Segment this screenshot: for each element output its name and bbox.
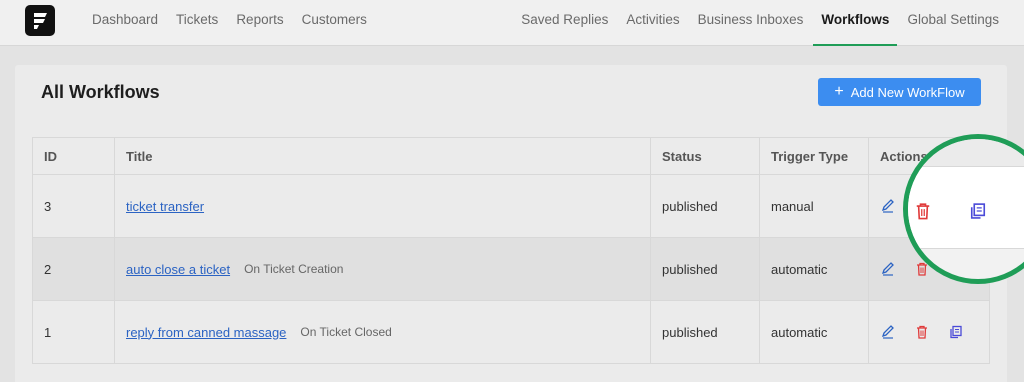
page-title: All Workflows [41, 82, 160, 102]
nav-saved-replies[interactable]: Saved Replies [521, 0, 608, 46]
column-header-title: Title [114, 138, 650, 174]
copy-icon[interactable] [948, 324, 964, 340]
workflow-title-link[interactable]: reply from canned massage [126, 325, 286, 340]
workflow-status: published [650, 238, 759, 300]
pencil-icon[interactable] [880, 198, 896, 214]
workflow-id: 2 [44, 261, 52, 277]
column-header-id: ID [44, 148, 57, 164]
nav-tickets[interactable]: Tickets [176, 0, 218, 46]
add-new-workflow-button[interactable]: + Add New WorkFlow [818, 78, 981, 106]
nav-global-settings[interactable]: Global Settings [907, 0, 999, 46]
nav-customers[interactable]: Customers [302, 0, 367, 46]
secondary-nav: Saved Replies Activities Business Inboxe… [503, 0, 999, 46]
zoom-header-strip [908, 139, 1024, 167]
nav-activities[interactable]: Activities [626, 0, 679, 46]
workflow-title-link[interactable]: ticket transfer [126, 199, 204, 214]
workflow-title-cell: ticket transfer [114, 175, 650, 237]
nav-reports[interactable]: Reports [236, 0, 283, 46]
plus-icon: + [834, 83, 844, 100]
workflow-trigger-type: automatic [759, 301, 868, 363]
table-row: 1 reply from canned massage On Ticket Cl… [33, 300, 989, 363]
table-row: 3 ticket transfer published manual [33, 174, 989, 237]
workflows-table: ID Title Status Trigger Type Actions 3 t… [32, 137, 990, 364]
primary-nav: Dashboard Tickets Reports Customers [92, 0, 385, 46]
workflow-trigger-type: automatic [759, 238, 868, 300]
pencil-icon[interactable] [880, 261, 896, 277]
top-navigation-bar: Dashboard Tickets Reports Customers Save… [0, 0, 1024, 46]
add-new-workflow-label: Add New WorkFlow [850, 84, 965, 100]
workflow-trigger-event: On Ticket Creation [244, 262, 344, 276]
workflow-id: 3 [44, 198, 52, 214]
column-header-status: Status [650, 138, 759, 174]
table-row: 2 auto close a ticket On Ticket Creation… [33, 237, 989, 300]
workflow-title-link[interactable]: auto close a ticket [126, 262, 230, 277]
trash-icon[interactable] [914, 324, 930, 340]
pencil-icon[interactable] [880, 324, 896, 340]
workflow-status: published [650, 175, 759, 237]
workflow-title-cell: auto close a ticket On Ticket Creation [114, 238, 650, 300]
nav-business-inboxes[interactable]: Business Inboxes [698, 0, 804, 46]
nav-workflows[interactable]: Workflows [813, 0, 898, 46]
workflow-title-cell: reply from canned massage On Ticket Clos… [114, 301, 650, 363]
workflow-trigger-type: manual [759, 175, 868, 237]
trash-icon[interactable] [913, 201, 933, 226]
app-logo[interactable] [25, 5, 55, 36]
column-header-trigger-type: Trigger Type [759, 138, 868, 174]
table-header-row: ID Title Status Trigger Type Actions [33, 138, 989, 174]
workflow-actions [868, 301, 989, 363]
workflow-status: published [650, 301, 759, 363]
workflow-id: 1 [44, 324, 52, 340]
workflow-trigger-event: On Ticket Closed [300, 325, 392, 339]
copy-icon[interactable] [968, 201, 988, 226]
nav-dashboard[interactable]: Dashboard [92, 0, 158, 46]
